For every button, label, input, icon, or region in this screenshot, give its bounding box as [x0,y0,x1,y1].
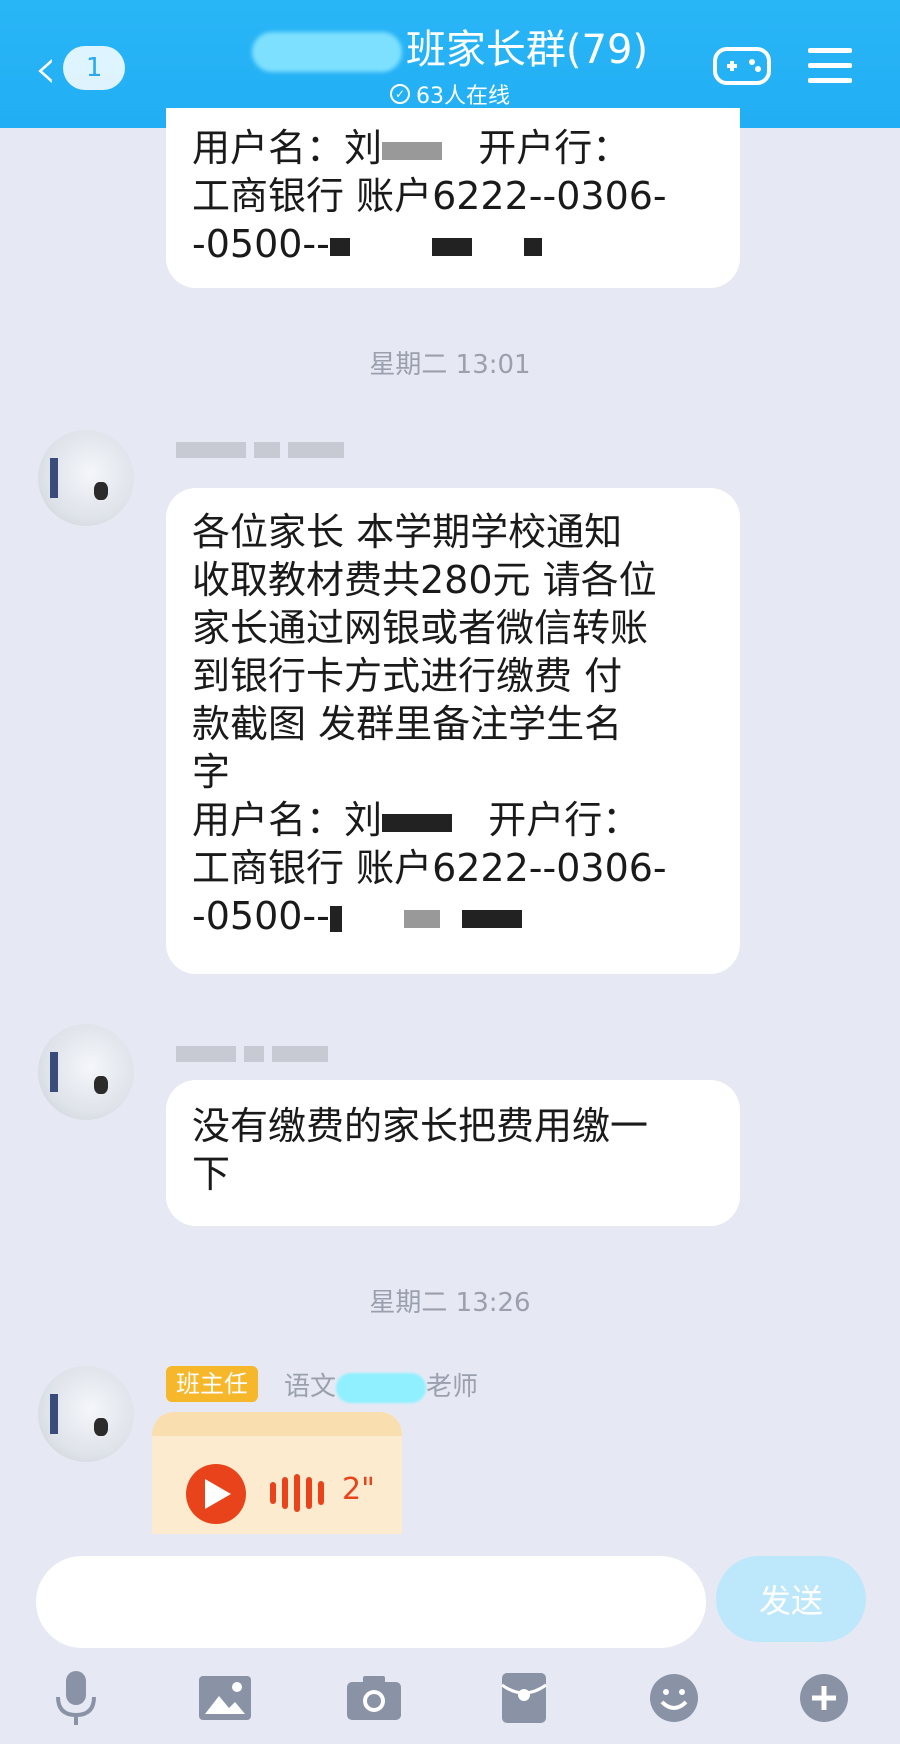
emoji-icon[interactable] [644,1668,704,1728]
role-badge: 班主任 [166,1366,258,1402]
redacted-group-name [251,32,402,72]
redaction [524,237,543,256]
redaction [403,909,440,928]
redaction [431,237,472,256]
redaction [382,141,443,160]
send-button[interactable]: 发送 [716,1556,866,1642]
mic-icon[interactable] [46,1668,106,1728]
message-bubble-bank-info-top[interactable]: 用户名：刘 开户行： 工商银行 账户6222--0306- -0500-- [166,108,740,288]
waveform-icon [270,1474,324,1512]
chevron-down-circle-icon: ✓ [390,84,410,104]
avatar[interactable] [38,430,134,526]
image-icon[interactable] [195,1668,255,1728]
nickname-redacted [176,1046,328,1062]
timestamp: 星期二 13:01 [369,350,531,380]
message-bubble-fee-notice[interactable]: 各位家长 本学期学校通知 收取教材费共280元 请各位 家长通过网银或者微信转账… [166,488,740,974]
redaction [462,909,523,928]
nickname-redacted [176,442,344,458]
message-input[interactable] [36,1556,706,1648]
redaction [329,237,350,256]
plus-icon[interactable] [794,1668,854,1728]
avatar[interactable] [38,1024,134,1120]
timestamp: 星期二 13:26 [369,1288,531,1318]
menu-icon[interactable] [808,48,852,84]
message-bubble-payment-reminder[interactable]: 没有缴费的家长把费用缴一 下 [166,1080,740,1226]
redaction [382,813,453,832]
avatar[interactable] [38,1366,134,1462]
redaction [329,905,342,932]
voice-message[interactable]: 2" [152,1412,402,1534]
sender-name: 语文 老师 [284,1372,479,1403]
gamepad-icon[interactable] [712,46,772,86]
red-packet-icon[interactable] [494,1668,554,1728]
group-title[interactable]: 班家长群(79) [251,24,648,76]
chat-toolbar [0,1662,900,1744]
camera-icon[interactable] [344,1668,404,1728]
redaction [336,1372,427,1403]
voice-duration: 2" [342,1472,375,1507]
play-icon[interactable] [186,1464,246,1524]
